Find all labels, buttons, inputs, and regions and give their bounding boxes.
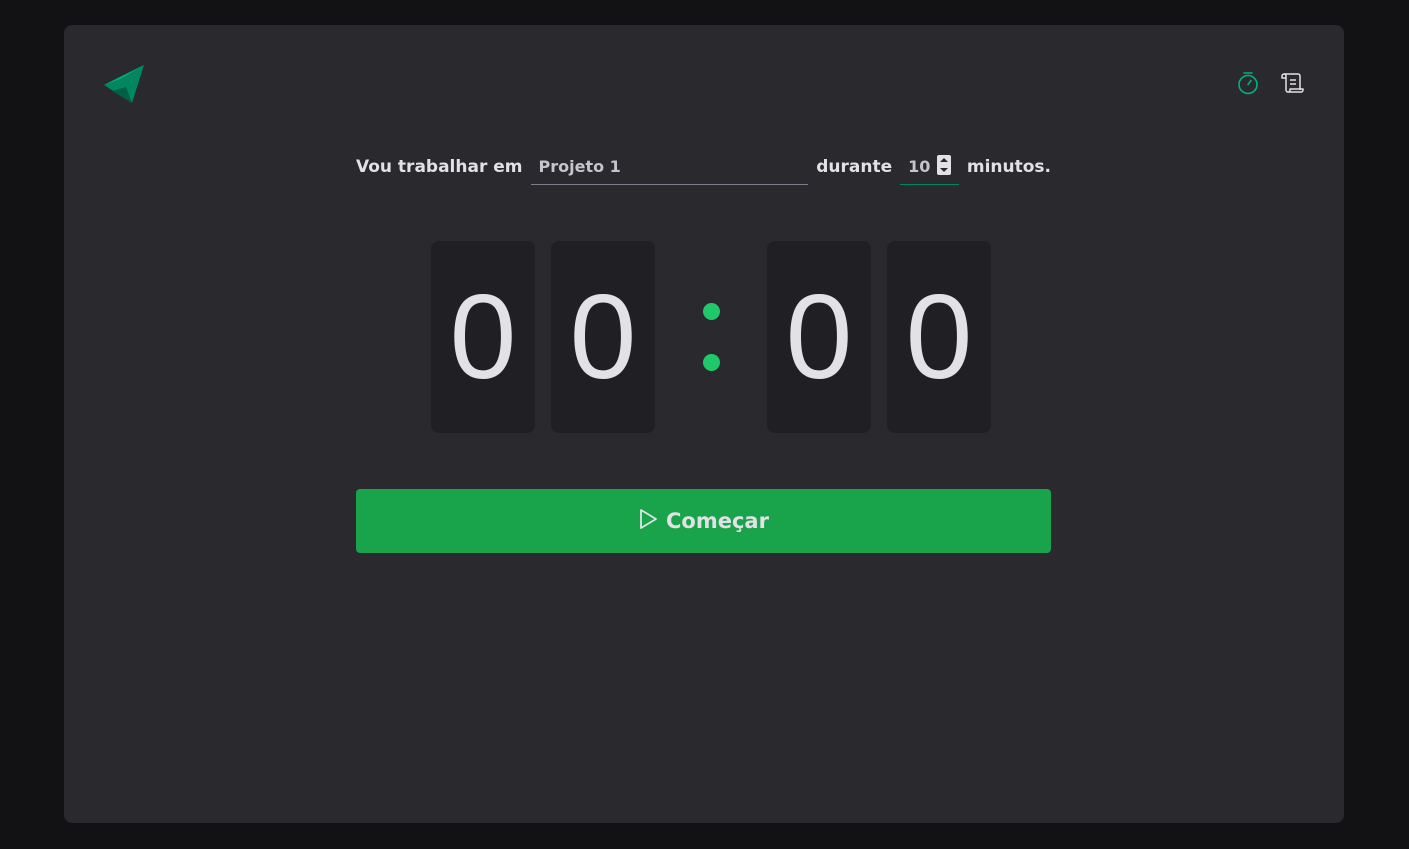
stepper-up-icon[interactable] — [939, 158, 948, 162]
countdown-separator — [671, 241, 751, 433]
seconds-ones-digit: 0 — [887, 241, 991, 433]
history-nav-button[interactable] — [1280, 73, 1304, 97]
header-nav — [1236, 71, 1304, 99]
minutes-ones-digit: 0 — [551, 241, 655, 433]
play-icon — [638, 508, 658, 535]
app-panel: Vou trabalhar em durante minutos. 0 0 0 … — [64, 25, 1344, 823]
separator-dot-top — [702, 303, 720, 320]
countdown: 0 0 0 0 — [431, 241, 991, 433]
start-button[interactable]: Começar — [356, 489, 1051, 553]
start-button-label: Começar — [666, 509, 769, 533]
task-input[interactable] — [530, 149, 809, 185]
duration-label: durante — [816, 157, 893, 177]
task-label: Vou trabalhar em — [356, 157, 523, 177]
minutes-stepper[interactable] — [936, 155, 951, 175]
minutes-tens-digit: 0 — [431, 241, 535, 433]
minutes-field[interactable] — [900, 149, 959, 185]
timer-icon — [1237, 71, 1259, 99]
task-form: Vou trabalhar em durante minutos. — [356, 149, 1051, 185]
seconds-tens-digit: 0 — [767, 241, 871, 433]
timer-nav-button[interactable] — [1236, 71, 1260, 99]
scroll-icon — [1280, 71, 1304, 99]
minutes-suffix: minutos. — [966, 157, 1051, 177]
separator-dot-bottom — [702, 354, 720, 371]
triangle-logo-icon — [104, 65, 144, 105]
stepper-down-icon[interactable] — [939, 168, 948, 172]
